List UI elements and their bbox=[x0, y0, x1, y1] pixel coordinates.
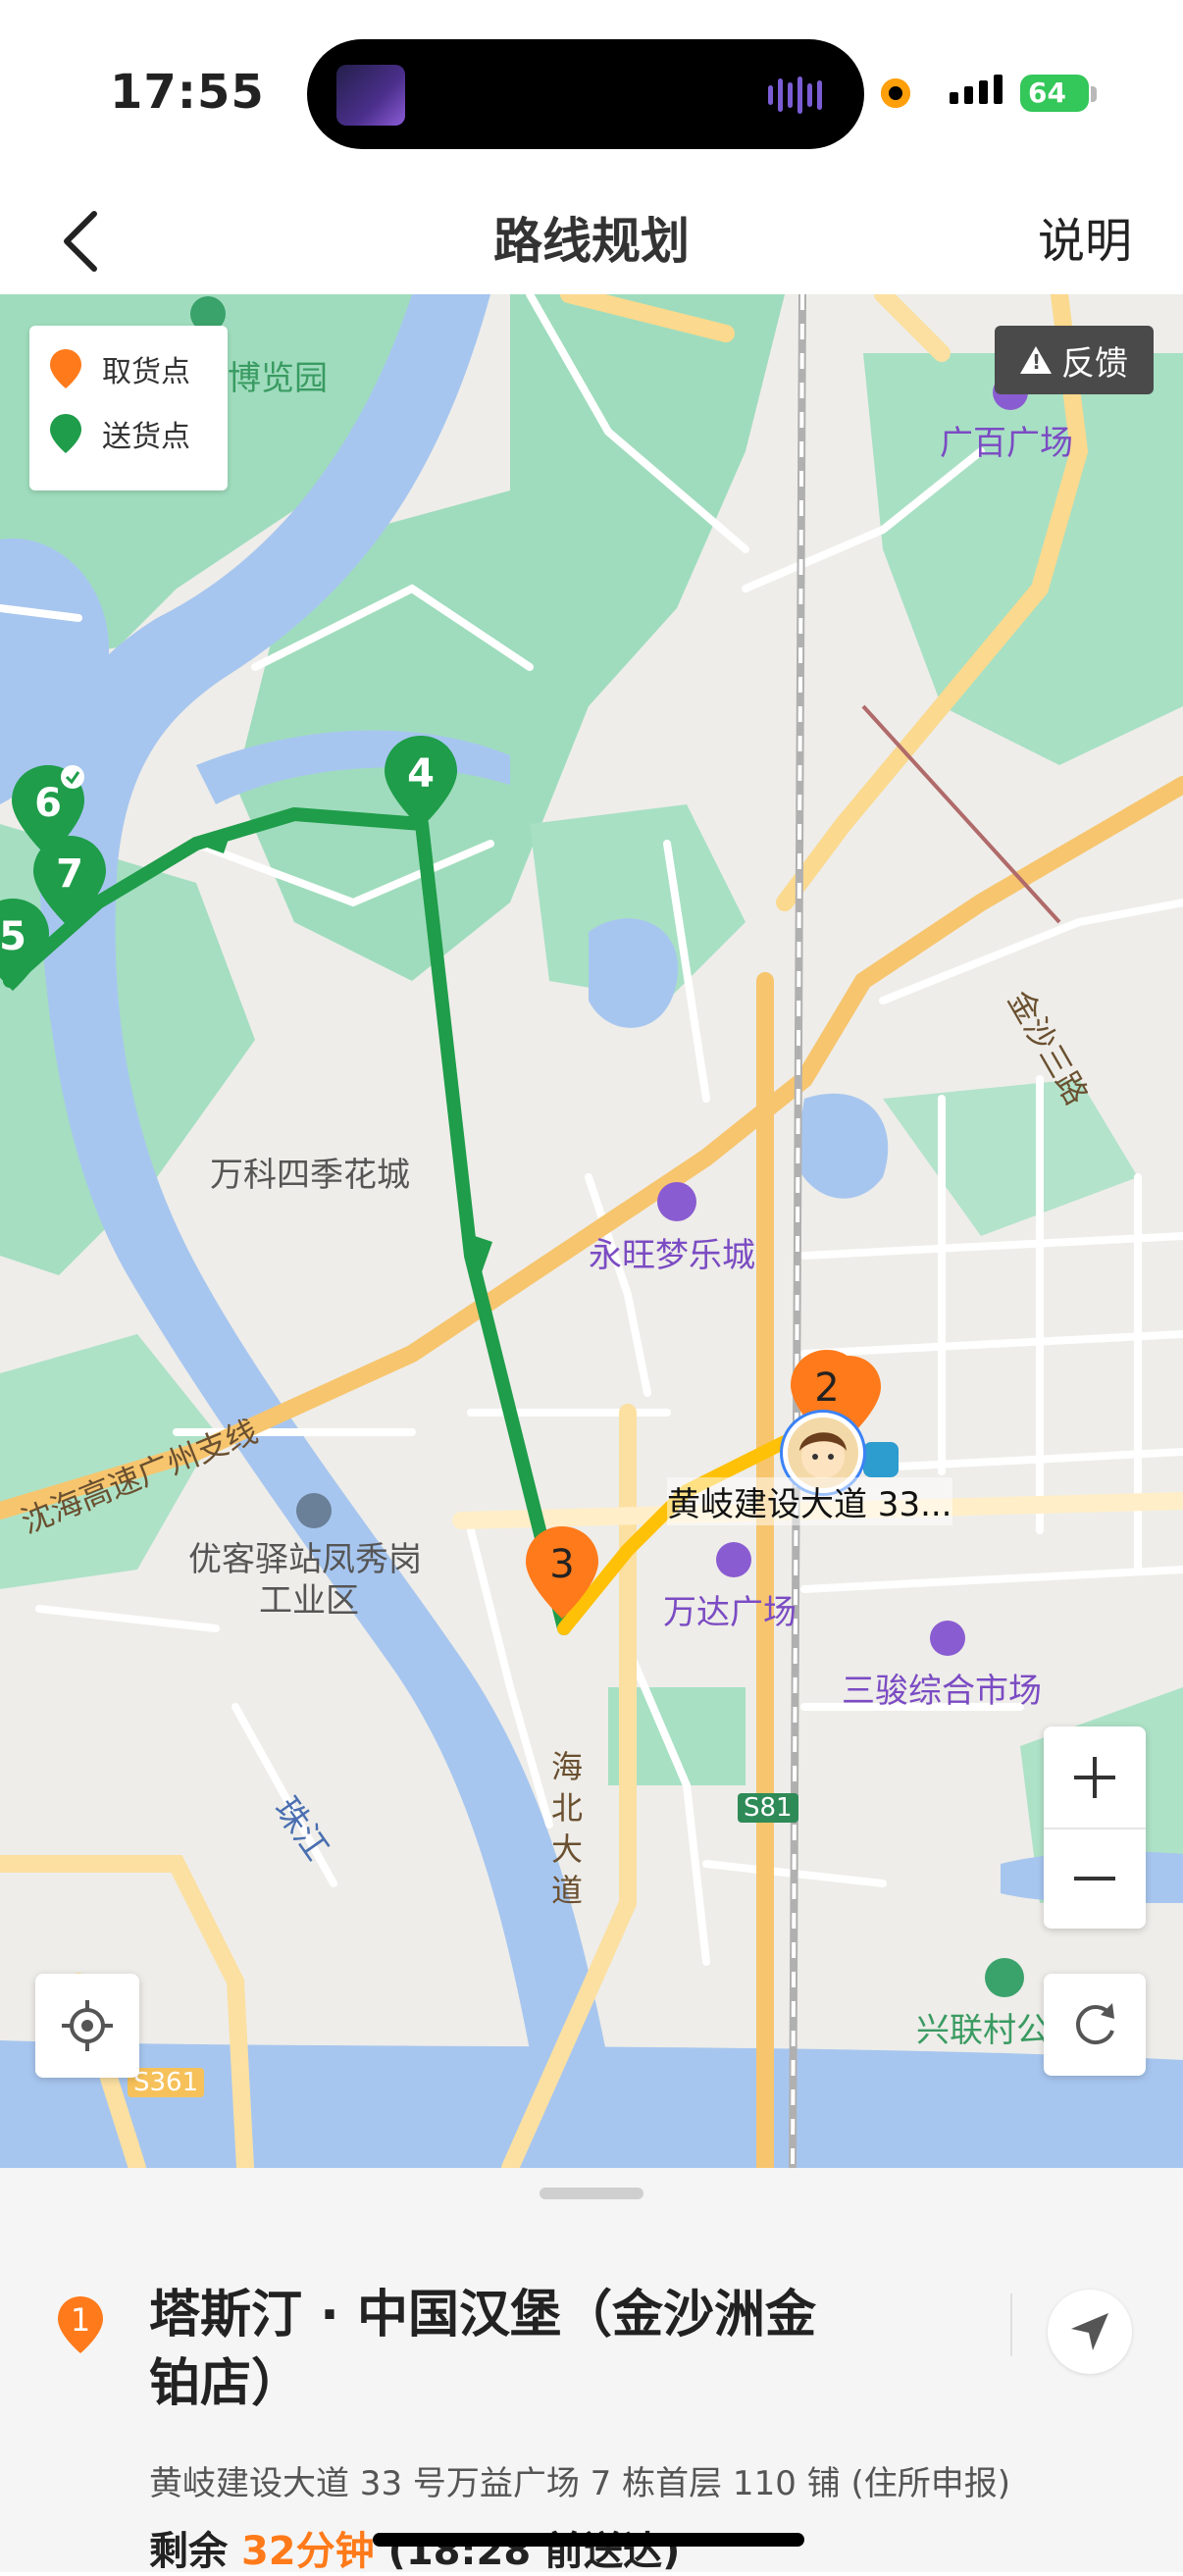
battery-icon: 64 bbox=[1020, 75, 1089, 112]
label-industrial-zone: 工业区 bbox=[259, 1581, 359, 1621]
map-legend: 取货点 送货点 bbox=[29, 326, 228, 490]
store-name: 塔斯汀 · 中国汉堡（金沙洲金铂店） bbox=[149, 2286, 816, 2413]
pickup-pin-icon bbox=[50, 349, 81, 388]
navigate-button[interactable] bbox=[1048, 2290, 1132, 2374]
recording-indicator-icon bbox=[881, 78, 910, 108]
eta-text: 剩余 32分钟 (18:28 前送达) bbox=[149, 2519, 680, 2576]
plus-icon bbox=[1074, 1756, 1115, 1798]
route-pin-2-label: 2 bbox=[814, 1365, 840, 1411]
location-callout: 黄岐建设大道 33... bbox=[667, 1477, 952, 1525]
label-guangbai-plaza: 广百广场 bbox=[940, 424, 1073, 463]
divider bbox=[1010, 2293, 1012, 2356]
crosshair-icon bbox=[62, 2000, 113, 2051]
cellular-signal-icon bbox=[950, 75, 1003, 104]
route-pin-4-label: 4 bbox=[407, 751, 435, 797]
refresh-icon bbox=[1076, 2003, 1114, 2044]
label-vanke-garden: 万科四季花城 bbox=[210, 1156, 410, 1195]
zoom-control bbox=[1044, 1726, 1146, 1929]
route-pin-7-label: 7 bbox=[56, 851, 83, 897]
status-bar: 17:55 64 bbox=[0, 0, 1183, 186]
route-pin-4[interactable]: 4 bbox=[383, 734, 459, 830]
refresh-button[interactable] bbox=[1044, 1974, 1146, 2076]
label-wanda-plaza: 万达广场 bbox=[663, 1593, 797, 1632]
delivery-pin-icon bbox=[50, 414, 81, 453]
route-map[interactable]: 博览园 广百广场 万科四季花城 永旺梦乐城 优客驿站凤秀岗 工业区 万达广场 三… bbox=[0, 294, 1183, 2168]
feedback-button[interactable]: 反馈 bbox=[995, 326, 1154, 394]
minus-icon bbox=[1074, 1876, 1115, 1880]
label-s81: S81 bbox=[738, 1793, 798, 1823]
media-thumbnail bbox=[336, 65, 405, 126]
eta-prefix: 剩余 bbox=[149, 2529, 228, 2574]
sheet-drag-handle[interactable] bbox=[540, 2188, 643, 2199]
audio-waveform-icon bbox=[768, 77, 837, 114]
route-pin-5[interactable]: 5 bbox=[0, 897, 51, 993]
label-s361: S361 bbox=[128, 2068, 205, 2097]
order-detail-sheet[interactable]: 1 塔斯汀 · 中国汉堡（金沙洲金铂店） 黄岐建设大道 33 号万益广场 7 栋… bbox=[0, 2168, 1183, 2574]
order-number-badge: 1 bbox=[57, 2295, 104, 2354]
label-xinglian-village: 兴联村公 bbox=[916, 2011, 1050, 2050]
navigation-arrow-icon bbox=[1071, 2313, 1108, 2350]
feedback-label: 反馈 bbox=[1061, 343, 1128, 384]
order-number: 1 bbox=[70, 2301, 91, 2339]
zoom-in-button[interactable] bbox=[1044, 1726, 1146, 1829]
eta-remaining: 32分钟 bbox=[240, 2529, 375, 2574]
legend-pickup-label: 取货点 bbox=[102, 355, 190, 389]
label-haibei-avenue: 海北大道 bbox=[551, 1748, 584, 1909]
status-time: 17:55 bbox=[110, 65, 265, 120]
navigation-bar: 路线规划 说明 bbox=[0, 186, 1183, 294]
route-pin-3[interactable]: 3 bbox=[524, 1524, 600, 1621]
legend-delivery: 送货点 bbox=[49, 412, 190, 455]
home-indicator[interactable] bbox=[373, 2533, 804, 2547]
page-title: 路线规划 bbox=[493, 213, 690, 270]
battery-level: 64 bbox=[1028, 77, 1066, 109]
legend-delivery-label: 送货点 bbox=[102, 420, 190, 454]
help-button[interactable]: 说明 bbox=[1038, 202, 1132, 271]
route-pin-5-label: 5 bbox=[0, 914, 26, 959]
dynamic-island[interactable] bbox=[307, 39, 864, 149]
label-aeon-mall: 永旺梦乐城 bbox=[589, 1236, 755, 1275]
route-pin-6-label: 6 bbox=[34, 781, 62, 826]
battery-tip bbox=[1091, 86, 1097, 102]
zoom-out-button[interactable] bbox=[1044, 1828, 1146, 1929]
legend-pickup: 取货点 bbox=[49, 347, 190, 390]
route-pin-3-label: 3 bbox=[549, 1542, 575, 1587]
label-expo-park: 博览园 bbox=[228, 359, 328, 398]
label-sanjun-market: 三骏综合市场 bbox=[842, 1672, 1042, 1711]
locate-me-button[interactable] bbox=[35, 1974, 139, 2078]
warning-icon bbox=[1020, 346, 1052, 374]
store-address: 黄岐建设大道 33 号万益广场 7 栋首层 110 铺 (住所申报) bbox=[149, 2464, 1010, 2503]
